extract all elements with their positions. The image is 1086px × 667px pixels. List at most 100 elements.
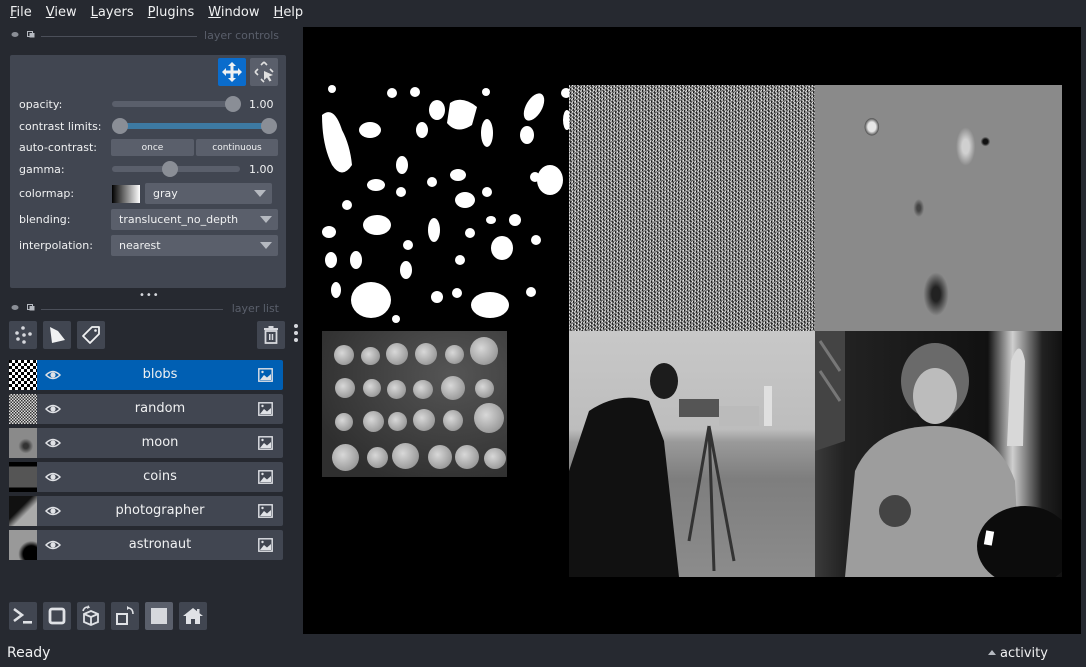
layer-row-astronaut[interactable]: astronaut [9, 530, 283, 560]
grid-mode-button[interactable] [145, 602, 173, 630]
eye-visibility-icon[interactable] [45, 505, 61, 517]
menu-layers-label: ayers [97, 4, 134, 20]
grid-icon [151, 608, 167, 624]
layer-list-more-options[interactable] [294, 324, 298, 345]
home-button[interactable] [179, 602, 207, 630]
astronaut-render [815, 331, 1073, 586]
transform-button[interactable] [250, 58, 278, 86]
layer-row-moon[interactable]: moon [9, 428, 283, 458]
menu-layers-mnemonic: L [90, 4, 98, 20]
layer-row-body[interactable]: random [37, 394, 283, 424]
layer-thumbnail [9, 428, 37, 458]
layer-name[interactable]: blobs [67, 367, 253, 382]
menu-help[interactable]: Help [268, 5, 310, 20]
layer-row-body[interactable]: blobs [37, 360, 283, 390]
opacity-slider[interactable] [112, 101, 240, 107]
layer-name[interactable]: coins [67, 469, 253, 484]
layer-row-body[interactable]: moon [37, 428, 283, 458]
layer-name[interactable]: astronaut [67, 537, 253, 552]
interpolation-value: nearest [119, 239, 161, 252]
layer-row-photographer[interactable]: photographer [9, 496, 283, 526]
float-dock-icon[interactable] [11, 31, 19, 38]
menu-file-label: ile [16, 4, 32, 20]
eye-visibility-icon[interactable] [45, 471, 61, 483]
menu-layers[interactable]: Layers [85, 5, 140, 20]
layer-thumbnail [9, 462, 37, 492]
layer-controls-dock-title: layer controls [0, 28, 300, 44]
roll-3d-icon [82, 605, 99, 626]
roll-dimensions-button[interactable] [77, 602, 105, 630]
transpose-dimensions-button[interactable] [111, 602, 139, 630]
activity-label: activity [1000, 646, 1048, 661]
image-astronaut [815, 331, 1073, 586]
image-layer-icon [258, 470, 273, 484]
viewer-canvas[interactable] [303, 27, 1081, 634]
menu-plugins-mnemonic: P [147, 4, 156, 20]
menu-window[interactable]: Window [202, 5, 265, 20]
blending-dropdown[interactable]: translucent_no_depth [111, 209, 278, 230]
transform-select-icon [254, 61, 274, 83]
pan-zoom-button[interactable] [218, 58, 246, 86]
image-blobs [322, 85, 571, 332]
layer-row-blobs[interactable]: blobs [9, 360, 283, 390]
layer-thumbnail [9, 496, 37, 526]
colormap-label: colormap: [19, 187, 75, 200]
new-labels-layer-button[interactable] [77, 321, 105, 349]
layer-row-body[interactable]: astronaut [37, 530, 283, 560]
contrast-limits-label: contrast limits: [19, 120, 102, 133]
auto-contrast-once-button[interactable]: once [111, 139, 194, 156]
new-shapes-layer-button[interactable] [43, 321, 71, 349]
trash-icon [264, 326, 278, 344]
new-points-layer-button[interactable] [9, 321, 37, 349]
menu-help-label: elp [283, 4, 304, 20]
layer-row-coins[interactable]: coins [9, 462, 283, 492]
layer-name[interactable]: photographer [67, 503, 253, 518]
layer-row-random[interactable]: random [9, 394, 283, 424]
menu-window-label: indow [220, 4, 260, 20]
layer-row-body[interactable]: photographer [37, 496, 283, 526]
home-icon [183, 608, 203, 624]
eye-visibility-icon[interactable] [45, 369, 61, 381]
activity-toggle[interactable]: activity [988, 646, 1048, 661]
delete-layer-button[interactable] [257, 321, 285, 349]
layer-controls-title: layer controls [204, 29, 279, 42]
dock-title-divider [41, 309, 223, 310]
chevron-down-icon [260, 242, 272, 249]
eye-visibility-icon[interactable] [45, 539, 61, 551]
image-moon [815, 85, 1062, 331]
menu-plugins[interactable]: Plugins [142, 5, 201, 20]
console-icon [13, 607, 32, 624]
menu-help-mnemonic: H [273, 4, 284, 20]
image-random [569, 85, 815, 331]
image-coins [322, 331, 507, 477]
gamma-slider-handle[interactable] [162, 161, 178, 177]
chevron-down-icon [260, 216, 272, 223]
opacity-label: opacity: [19, 98, 63, 111]
contrast-limits-low-handle[interactable] [112, 118, 128, 134]
move-arrows-icon [222, 62, 242, 82]
eye-visibility-icon[interactable] [45, 403, 61, 415]
layer-name[interactable]: moon [67, 435, 253, 450]
menu-file[interactable]: File [4, 5, 38, 20]
layer-name[interactable]: random [67, 401, 253, 416]
eye-visibility-icon[interactable] [45, 437, 61, 449]
image-layer-icon [258, 368, 273, 382]
auto-contrast-continuous-button[interactable]: continuous [196, 139, 278, 156]
contrast-limits-high-handle[interactable] [261, 118, 277, 134]
float-dock-icon[interactable] [11, 304, 19, 311]
interpolation-dropdown[interactable]: nearest [111, 235, 278, 256]
close-dock-icon[interactable] [27, 31, 35, 38]
colormap-dropdown[interactable]: gray [145, 183, 272, 204]
opacity-slider-handle[interactable] [225, 96, 241, 112]
contrast-limits-slider[interactable] [112, 123, 270, 129]
image-layer-icon [258, 504, 273, 518]
image-photographer [569, 331, 815, 577]
label-tag-icon [82, 326, 100, 344]
menu-view[interactable]: View [40, 5, 83, 20]
layer-row-body[interactable]: coins [37, 462, 283, 492]
layer-list-title: layer list [231, 302, 279, 315]
ndisplay-toggle-button[interactable] [43, 602, 71, 630]
console-button[interactable] [9, 602, 37, 630]
close-dock-icon[interactable] [27, 304, 35, 311]
splitter-handle[interactable]: ••• [139, 290, 160, 301]
